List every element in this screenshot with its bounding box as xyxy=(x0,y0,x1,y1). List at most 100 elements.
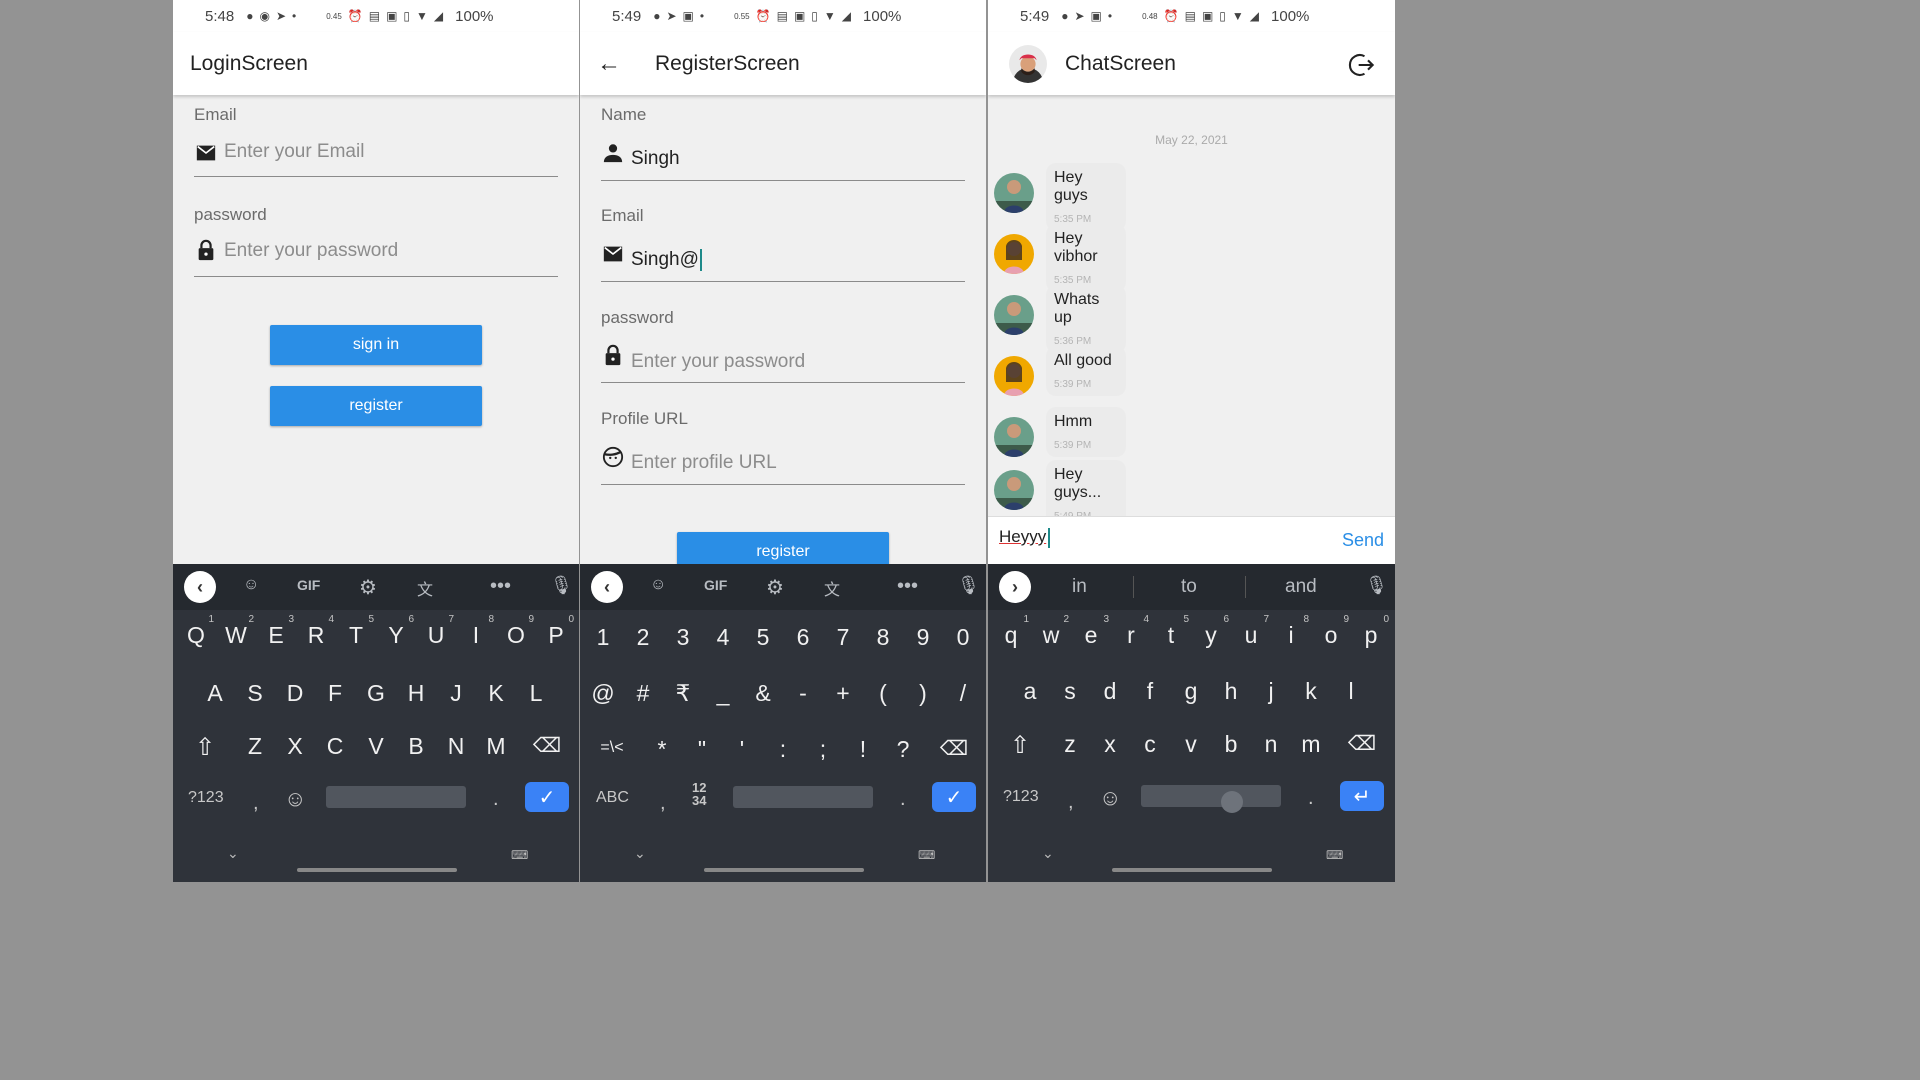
key-u[interactable]: u7 xyxy=(1231,614,1271,649)
key-e[interactable]: e3 xyxy=(1071,614,1111,649)
key-question[interactable]: ? xyxy=(883,736,923,763)
key-c[interactable]: C xyxy=(315,733,355,760)
key-at[interactable]: @ xyxy=(583,680,623,707)
key-lparen[interactable]: ( xyxy=(863,680,903,707)
key-z[interactable]: z xyxy=(1050,731,1090,758)
key-6[interactable]: 6 xyxy=(783,624,823,651)
key-d[interactable]: D xyxy=(275,680,315,707)
key-k[interactable]: K xyxy=(476,680,516,707)
avatar[interactable] xyxy=(1009,44,1047,83)
key-a[interactable]: a xyxy=(1010,678,1050,705)
key-y[interactable]: Y6 xyxy=(376,614,416,649)
key-p[interactable]: P0 xyxy=(536,614,576,649)
key-0[interactable]: 0 xyxy=(943,624,983,651)
symbols-key[interactable]: ?123 xyxy=(1003,788,1039,806)
backspace-icon[interactable]: ⌫ xyxy=(1342,731,1382,756)
key-e[interactable]: E3 xyxy=(256,614,296,649)
done-key[interactable]: ✓ xyxy=(932,782,976,812)
sign-in-button[interactable]: sign in xyxy=(270,325,482,365)
gif-button[interactable]: GIF xyxy=(704,577,727,593)
home-indicator[interactable] xyxy=(297,868,457,872)
email-field[interactable]: Email Enter your Email xyxy=(194,105,558,177)
hide-keyboard-icon[interactable]: ⌄ xyxy=(634,845,646,862)
key-o[interactable]: o9 xyxy=(1311,614,1351,649)
key-p[interactable]: p0 xyxy=(1351,614,1391,649)
key-7[interactable]: 7 xyxy=(823,624,863,651)
key-n[interactable]: N xyxy=(436,733,476,760)
key-f[interactable]: F xyxy=(315,680,355,707)
key-1[interactable]: 1 xyxy=(583,624,623,651)
keyboard-switch-icon[interactable]: ⌨ xyxy=(511,848,528,862)
key-b[interactable]: B xyxy=(396,733,436,760)
key-exclaim[interactable]: ! xyxy=(843,736,883,763)
key-i[interactable]: i8 xyxy=(1271,614,1311,649)
enter-key[interactable]: ↵ xyxy=(1340,781,1384,811)
letters-key[interactable]: ABC xyxy=(596,789,629,807)
expand-toolbar-button[interactable]: › xyxy=(999,571,1031,603)
register-button[interactable]: register xyxy=(270,386,482,426)
key-o[interactable]: O9 xyxy=(496,614,536,649)
sticker-icon[interactable]: ☺ xyxy=(243,576,259,594)
space-key[interactable] xyxy=(326,786,466,808)
key-dquote[interactable]: " xyxy=(682,736,722,763)
backspace-icon[interactable]: ⌫ xyxy=(527,733,567,758)
sticker-icon[interactable]: ☺ xyxy=(650,576,666,594)
key-plus[interactable]: + xyxy=(823,680,863,707)
key-d[interactable]: d xyxy=(1090,678,1130,705)
key-w[interactable]: W2 xyxy=(216,614,256,649)
key-v[interactable]: v xyxy=(1171,731,1211,758)
period-key[interactable]: . xyxy=(900,788,906,811)
emoji-icon[interactable]: ☺ xyxy=(284,786,306,812)
password-input[interactable]: Enter your password xyxy=(224,240,398,262)
home-indicator[interactable] xyxy=(1112,868,1272,872)
send-button[interactable]: Send xyxy=(1342,530,1384,551)
key-h[interactable]: h xyxy=(1211,678,1251,705)
logout-icon[interactable] xyxy=(1347,51,1375,79)
period-key[interactable]: . xyxy=(1308,787,1314,810)
key-x[interactable]: x xyxy=(1090,731,1130,758)
key-u[interactable]: U7 xyxy=(416,614,456,649)
key-9[interactable]: 9 xyxy=(903,624,943,651)
key-k[interactable]: k xyxy=(1291,678,1331,705)
key-a[interactable]: A xyxy=(195,680,235,707)
key-l[interactable]: l xyxy=(1331,678,1371,705)
comma-key[interactable]: , xyxy=(253,792,259,815)
email-field[interactable]: Email Singh@ xyxy=(601,206,965,282)
symbols-key[interactable]: ?123 xyxy=(188,789,224,807)
key-m[interactable]: M xyxy=(476,733,516,760)
key-5[interactable]: 5 xyxy=(743,624,783,651)
period-key[interactable]: . xyxy=(493,788,499,811)
suggestion-1[interactable]: in xyxy=(1072,576,1087,598)
key-2[interactable]: 2 xyxy=(623,624,663,651)
emoji-icon[interactable]: ☺ xyxy=(1099,785,1121,811)
key-z[interactable]: Z xyxy=(235,733,275,760)
password-input[interactable]: Enter your password xyxy=(631,351,805,373)
key-asterisk[interactable]: * xyxy=(642,736,682,763)
key-rparen[interactable]: ) xyxy=(903,680,943,707)
key-squote[interactable]: ' xyxy=(722,736,762,763)
settings-icon[interactable]: ⚙ xyxy=(359,575,377,600)
key-i[interactable]: I8 xyxy=(456,614,496,649)
key-q[interactable]: q1 xyxy=(991,614,1031,649)
key-s[interactable]: S xyxy=(235,680,275,707)
key-c[interactable]: c xyxy=(1130,731,1170,758)
key-slash[interactable]: / xyxy=(943,680,983,707)
key-minus[interactable]: - xyxy=(783,680,823,707)
comma-key[interactable]: , xyxy=(660,792,666,815)
key-q[interactable]: Q1 xyxy=(176,614,216,649)
more-symbols-key[interactable]: =\< xyxy=(592,739,632,757)
profile-url-input[interactable]: Enter profile URL xyxy=(631,452,777,474)
key-h[interactable]: H xyxy=(396,680,436,707)
key-underscore[interactable]: _ xyxy=(703,680,743,707)
home-indicator[interactable] xyxy=(704,868,864,872)
key-n[interactable]: n xyxy=(1251,731,1291,758)
password-field[interactable]: password Enter your password xyxy=(601,308,965,383)
key-r[interactable]: r4 xyxy=(1111,614,1151,649)
key-semicolon[interactable]: ; xyxy=(803,736,843,763)
keyboard-switch-icon[interactable]: ⌨ xyxy=(1326,848,1343,862)
done-key[interactable]: ✓ xyxy=(525,782,569,812)
key-m[interactable]: m xyxy=(1291,731,1331,758)
key-r[interactable]: R4 xyxy=(296,614,336,649)
name-input[interactable]: Singh xyxy=(631,148,680,170)
keyboard-switch-icon[interactable]: ⌨ xyxy=(918,848,935,862)
